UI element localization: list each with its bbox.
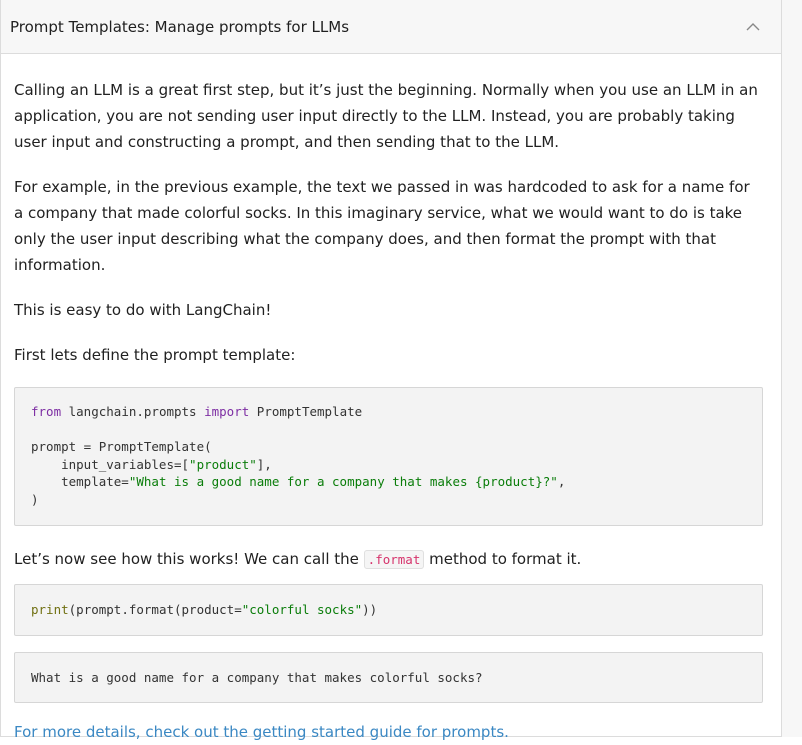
accordion-panel: Prompt Templates: Manage prompts for LLM… bbox=[0, 0, 782, 741]
code-text: (prompt.format(product= bbox=[68, 602, 242, 617]
inline-code-format: .format bbox=[363, 550, 425, 569]
page-margin bbox=[782, 0, 802, 737]
code-string: "What is a good name for a company that … bbox=[128, 474, 558, 489]
getting-started-prompts-link[interactable]: For more details, check out the getting … bbox=[14, 719, 509, 745]
code-text: template= bbox=[31, 474, 129, 489]
code-keyword: from bbox=[31, 404, 62, 419]
output-block: What is a good name for a company that m… bbox=[14, 652, 763, 703]
accordion-body: Calling an LLM is a great first step, bu… bbox=[1, 54, 781, 745]
code-block-print: print(prompt.format(product="colorful so… bbox=[14, 584, 763, 636]
paragraph-intro: Calling an LLM is a great first step, bu… bbox=[14, 81, 758, 151]
paragraph-define-template: First lets define the prompt template: bbox=[14, 346, 296, 364]
code-function: print bbox=[31, 602, 69, 617]
paragraph-text: Let’s now see how this works! We can cal… bbox=[14, 550, 364, 568]
chevron-up-icon[interactable] bbox=[745, 19, 761, 35]
code-line: ) bbox=[31, 491, 39, 507]
code-string: "colorful socks" bbox=[241, 602, 363, 617]
accordion-title: Prompt Templates: Manage prompts for LLM… bbox=[10, 17, 350, 36]
code-line: prompt = PromptTemplate( bbox=[31, 439, 212, 454]
code-text: ], bbox=[256, 456, 272, 472]
paragraph-langchain: This is easy to do with LangChain! bbox=[14, 301, 272, 319]
code-line: from langchain.prompts import PromptTemp… bbox=[31, 403, 746, 421]
paragraph-format: Let’s now see how this works! We can cal… bbox=[14, 526, 761, 573]
paragraph-text: method to format it. bbox=[424, 550, 582, 568]
code-text: langchain.prompts bbox=[61, 404, 205, 419]
code-text: , bbox=[557, 474, 566, 489]
code-text: PromptTemplate bbox=[249, 404, 363, 419]
code-string: "product" bbox=[189, 456, 257, 472]
code-text: )) bbox=[362, 602, 378, 617]
code-line: template="What is a good name for a comp… bbox=[31, 473, 746, 491]
code-line: input_variables=["product"], bbox=[31, 456, 746, 474]
paragraph-example: For example, in the previous example, th… bbox=[14, 178, 750, 274]
accordion-header[interactable]: Prompt Templates: Manage prompts for LLM… bbox=[1, 0, 781, 54]
code-block-prompt-template: from langchain.prompts import PromptTemp… bbox=[14, 387, 763, 526]
code-text: input_variables=[ bbox=[31, 456, 190, 472]
code-keyword: import bbox=[204, 404, 250, 419]
